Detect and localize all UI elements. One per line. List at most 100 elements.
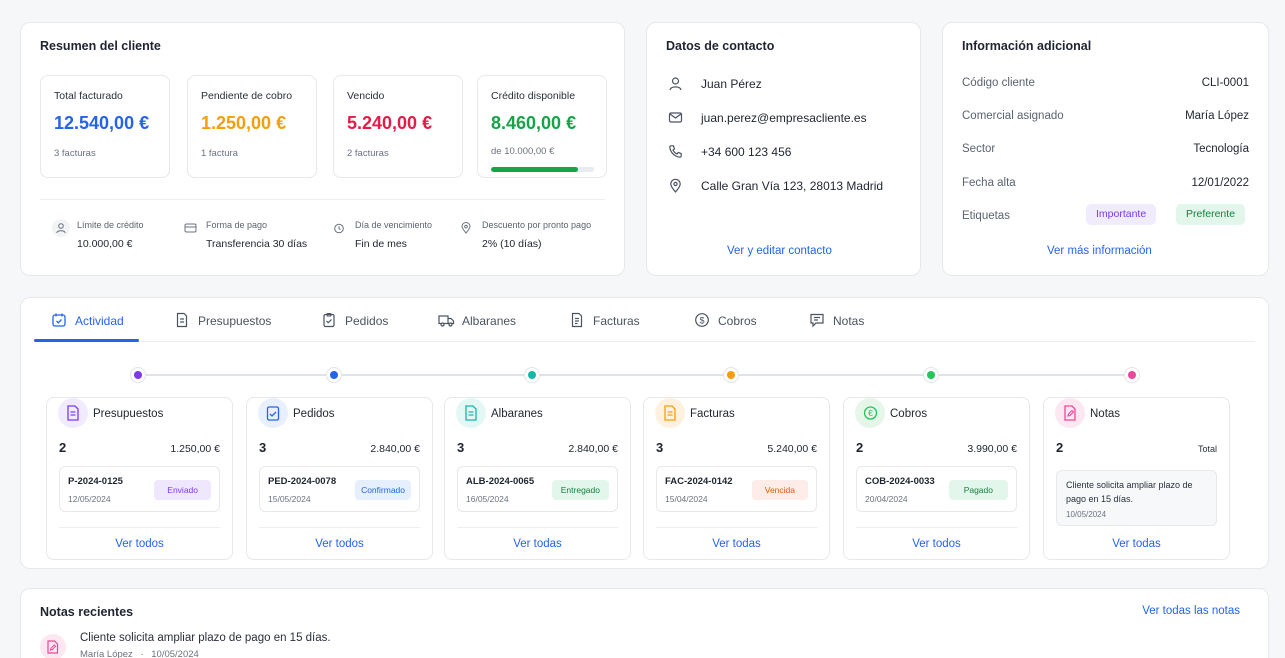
info-label: Etiquetas [962,210,1010,222]
tab-label: Pedidos [345,314,389,328]
kpi-pendiente-cobro[interactable]: Pendiente de cobro 1.250,00 € 1 factura [187,75,317,178]
condition-value: Transferencia 30 días [206,238,308,250]
kpi-total-facturado[interactable]: Total facturado 12.540,00 € 3 facturas [40,75,170,178]
stage-item[interactable]: FAC-2024-0142 15/04/2024 Vencida [656,466,817,512]
stage-item[interactable]: P-2024-0125 12/05/2024 Enviado [59,466,220,512]
tab-label: Cobros [718,314,757,328]
recent-note-date: 10/05/2024 [151,649,199,658]
timeline-dot-notas [1124,367,1140,383]
divider [457,527,618,528]
contact-phone[interactable]: +34 600 123 456 [701,145,791,159]
item-date: 15/05/2024 [268,494,311,504]
coin-icon: € [855,398,885,428]
stage-name: Presupuestos [93,408,164,420]
note-text: Cliente solicita ampliar plazo de pago e… [1066,480,1193,504]
view-all-link[interactable]: Ver todas [445,538,630,550]
timeline-dot-facturas [723,367,739,383]
tab-bar: Actividad Presupuestos Pedidos Albaranes… [34,298,1255,342]
view-all-link[interactable]: Ver todas [644,538,829,550]
stage-amount: 1.250,00 € [170,443,220,455]
item-code: FAC-2024-0142 [665,476,733,487]
view-all-notes-link[interactable]: Ver todas las notas [1142,605,1240,617]
activity-panel: Actividad Presupuestos Pedidos Albaranes… [20,297,1269,569]
item-date: 12/05/2024 [68,494,111,504]
kpi-label: Pendiente de cobro [201,90,293,102]
timeline-dot-fill [134,371,142,379]
dollar-circle-icon: $ [695,313,709,327]
contact-email[interactable]: juan.perez@empresacliente.es [701,111,867,125]
stage-count: 3 [656,440,664,455]
clipboard-icon [258,398,288,428]
stage-name: Notas [1090,408,1121,420]
stage-item[interactable]: COB-2024-0033 20/04/2024 Pagado [856,466,1017,512]
status-badge: Pagado [948,480,1008,500]
contact-address: Calle Gran Vía 123, 28013 Madrid [701,179,884,193]
meta-separator: · [140,649,144,658]
stage-card-presupuestos: Presupuestos 2 1.250,00 € P-2024-0125 12… [46,397,233,560]
item-date: 15/04/2024 [665,494,708,504]
info-row-comercial: Comercial asignado María López [962,110,1249,126]
resumen-title: Resumen del cliente [40,39,161,53]
kpi-sub: de 10.000,00 € [491,146,555,157]
info-label: Sector [962,143,996,155]
item-code: COB-2024-0033 [865,476,935,487]
stage-item[interactable]: PED-2024-0078 15/05/2024 Confirmado [259,466,420,512]
contacto-title: Datos de contacto [666,39,775,53]
view-all-link[interactable]: Ver todas [1044,538,1229,550]
note-edit-icon [40,634,66,658]
phone-icon [669,145,682,158]
stage-count: 2 [1056,440,1064,455]
active-tab-indicator [34,339,139,342]
tab-label: Albaranes [462,314,517,328]
document-icon [58,398,88,428]
note-item[interactable]: Cliente solicita ampliar plazo de pago e… [1056,470,1217,526]
stage-card-cobros: € Cobros 2 3.990,00 € COB-2024-0033 20/0… [843,397,1030,560]
kpi-vencido[interactable]: Vencido 5.240,00 € 2 facturas [333,75,463,178]
user-icon [52,219,70,237]
info-label: Código cliente [962,77,1035,89]
kpi-credito-disponible[interactable]: Crédito disponible 8.460,00 € de 10.000,… [477,75,607,178]
divider [656,527,817,528]
view-all-link[interactable]: Ver todos [47,538,232,550]
stage-amount: 5.240,00 € [767,443,817,455]
stage-name: Cobros [890,408,928,420]
credit-progress-fill [491,167,579,172]
divider [259,527,420,528]
stage-count: 3 [259,440,267,455]
clock-icon [330,219,348,237]
stage-item[interactable]: ALB-2024-0065 16/05/2024 Entregado [457,466,618,512]
divider [40,199,605,200]
info-value: Tecnología [1193,143,1249,155]
recent-note-meta: María López · 10/05/2024 [80,649,199,658]
stage-card-facturas: Facturas 3 5.240,00 € FAC-2024-0142 15/0… [643,397,830,560]
more-info-link[interactable]: Ver más información [1047,245,1152,257]
stage-name: Facturas [690,408,735,420]
contact-name: Juan Pérez [701,77,762,91]
edit-contact-link[interactable]: Ver y editar contacto [727,245,832,257]
condition-label: Forma de pago [206,220,268,230]
view-all-link[interactable]: Ver todos [247,538,432,550]
user-icon [669,77,682,91]
item-code: PED-2024-0078 [268,476,337,487]
tag-importante[interactable]: Importante [1086,204,1157,225]
kpi-sub: 3 facturas [54,148,96,159]
stage-card-notas: Notas 2 Total Cliente solicita ampliar p… [1043,397,1230,560]
tag-preferente[interactable]: Preferente [1176,204,1246,225]
view-all-link[interactable]: Ver todos [844,538,1029,550]
stage-amount: 2.840,00 € [370,443,420,455]
timeline-dot-fill [1128,371,1136,379]
divider [59,527,220,528]
timeline-dot-fill [927,371,935,379]
condition-label: Descuento por pronto pago [482,220,592,230]
location-pin-icon [670,178,681,193]
timeline-dot-fill [727,371,735,379]
recent-note-text[interactable]: Cliente solicita ampliar plazo de pago e… [80,632,331,644]
stage-name: Albaranes [491,408,543,420]
info-label: Comercial asignado [962,110,1064,122]
kpi-label: Crédito disponible [491,90,576,102]
kpi-label: Total facturado [54,90,123,102]
svg-text:$: $ [699,315,704,325]
timeline-dot-presupuestos [130,367,146,383]
credit-progress-bar [491,167,594,172]
condition-value: 2% (10 días) [482,238,542,250]
